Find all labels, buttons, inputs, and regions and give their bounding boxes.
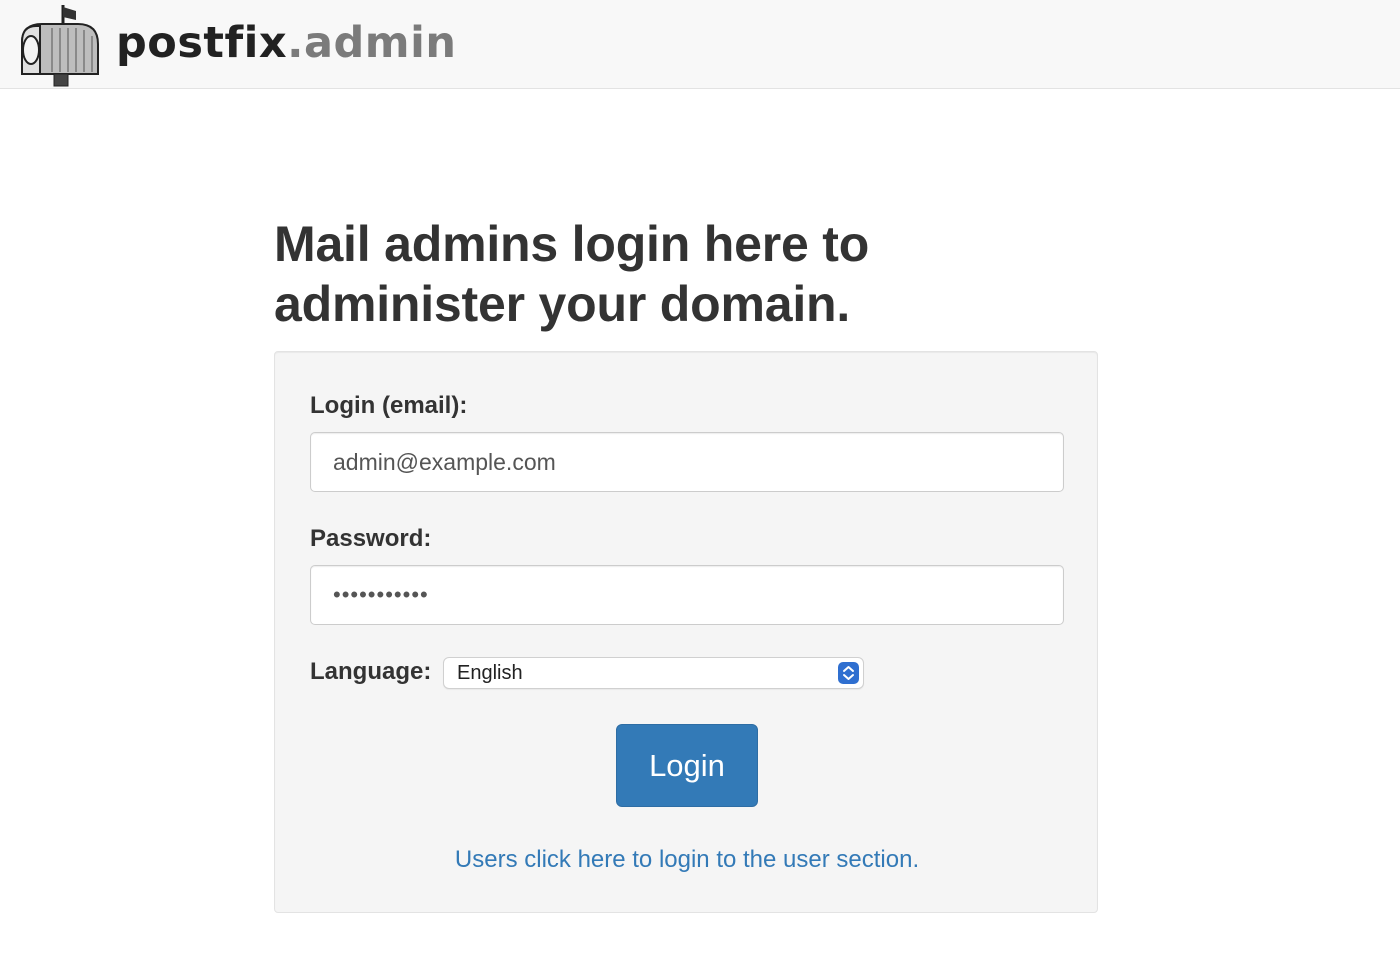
mailbox-icon[interactable] xyxy=(16,2,102,88)
login-email-label: Login (email): xyxy=(310,392,468,419)
password-input[interactable]: ••••••••••• xyxy=(310,565,1064,625)
user-section-link[interactable]: Users click here to login to the user se… xyxy=(275,846,1099,874)
select-stepper-icon xyxy=(838,662,859,684)
language-selected-value: English xyxy=(457,662,523,684)
login-button[interactable]: Login xyxy=(616,724,758,807)
page-title: Mail admins login here to administer you… xyxy=(274,216,870,332)
login-email-input[interactable]: admin@example.com xyxy=(310,432,1064,492)
brand-logo-text[interactable]: postfix.admin xyxy=(116,14,456,72)
brand-suffix-part: .admin xyxy=(287,18,457,68)
top-navbar: postfix.admin xyxy=(0,0,1400,89)
brand-name-part: postfix xyxy=(116,18,288,68)
language-select[interactable]: English xyxy=(443,657,864,689)
language-label: Language: xyxy=(310,658,432,685)
login-form-panel: Login (email): admin@example.com Passwor… xyxy=(274,351,1098,913)
password-label: Password: xyxy=(310,525,432,552)
